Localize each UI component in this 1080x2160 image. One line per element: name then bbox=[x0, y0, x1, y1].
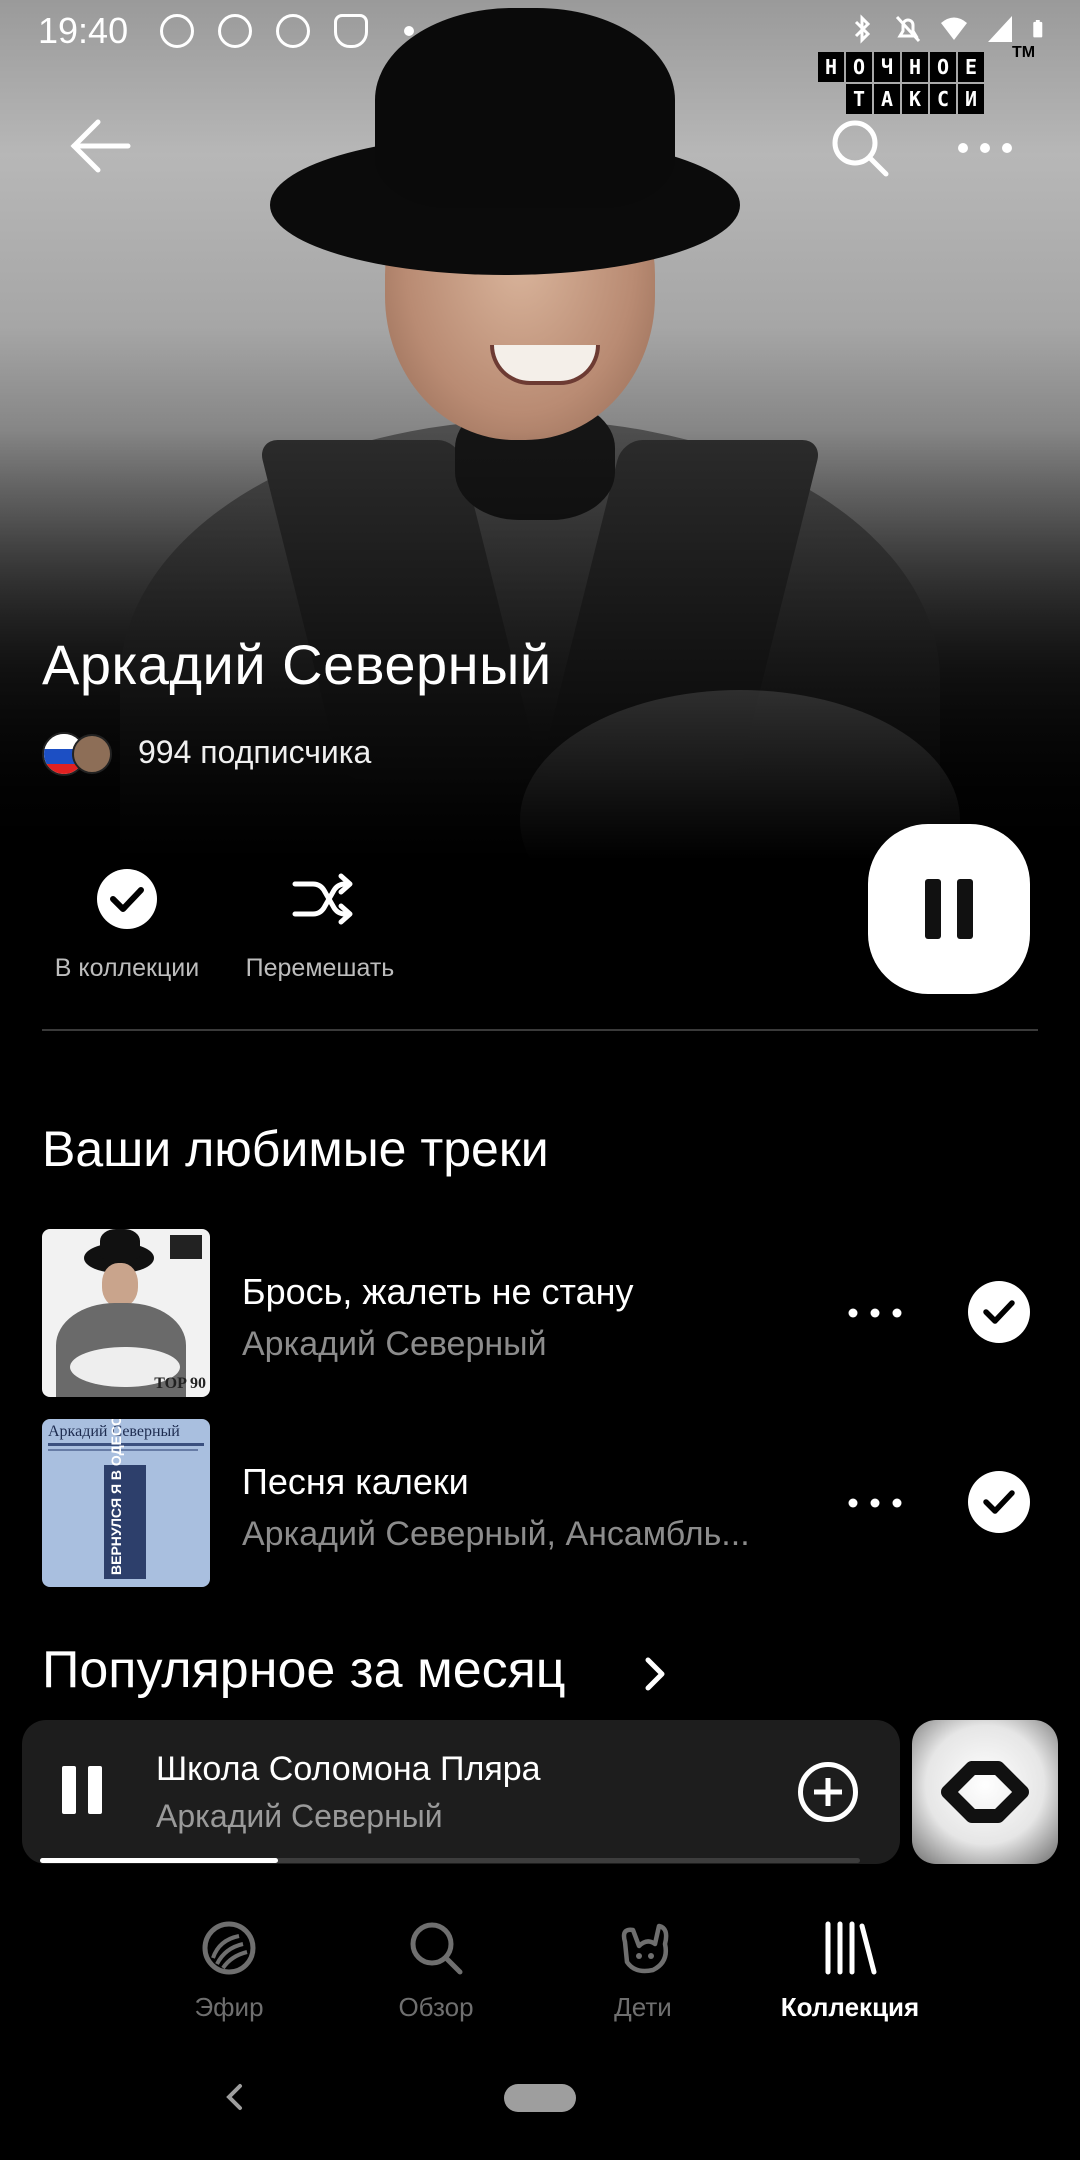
track-title: Песня калеки bbox=[242, 1461, 469, 1502]
more-options-button[interactable] bbox=[955, 130, 1015, 166]
track-title: Брось, жалеть не стану bbox=[242, 1271, 634, 1312]
logo-letter: А bbox=[874, 84, 900, 114]
artist-name: Аркадий Северный bbox=[42, 633, 552, 696]
nav-item-efir[interactable]: Эфир bbox=[129, 1918, 329, 2023]
popular-section-title[interactable]: Популярное за месяц bbox=[42, 1640, 566, 1700]
checkmark-icon bbox=[983, 1300, 1015, 1324]
subscriber-count[interactable]: 994 подписчика bbox=[138, 734, 371, 771]
subscriber-avatars[interactable] bbox=[42, 732, 114, 776]
music-icon bbox=[218, 14, 252, 48]
track-artist: Аркадий Северный bbox=[242, 1325, 547, 1363]
nav-label: Коллекция bbox=[780, 1992, 920, 2022]
hero-gradient-overlay bbox=[0, 0, 1080, 860]
in-collection-label: В коллекции bbox=[54, 954, 200, 982]
library-icon bbox=[825, 1921, 877, 1975]
nav-item-obzor[interactable]: Обзор bbox=[336, 1918, 536, 2023]
avatar bbox=[72, 734, 112, 774]
logo-letter: К bbox=[902, 84, 928, 114]
system-back-button[interactable] bbox=[220, 2082, 250, 2112]
more-horizontal-icon bbox=[848, 1308, 902, 1318]
logo-trademark: TM bbox=[1012, 44, 1036, 61]
check-circle-icon bbox=[276, 14, 310, 48]
nav-label: Обзор bbox=[398, 1992, 474, 2022]
check-circle-icon bbox=[97, 869, 157, 929]
logo-letter: Н bbox=[818, 52, 844, 82]
in-collection-toggle[interactable] bbox=[968, 1471, 1030, 1533]
night-taxi-logo: НОЧНОЕТАКСИ bbox=[818, 52, 984, 114]
nav-label: Эфир bbox=[194, 1992, 264, 2022]
search-icon bbox=[832, 120, 889, 177]
signal-icon bbox=[988, 16, 1012, 42]
track-more-button[interactable] bbox=[842, 1485, 908, 1521]
nav-item-deti[interactable]: Дети bbox=[543, 1918, 743, 2023]
add-to-collection-button[interactable] bbox=[798, 1762, 858, 1822]
logo-letter: И bbox=[958, 84, 984, 114]
mini-pause-button[interactable] bbox=[62, 1766, 112, 1816]
arrow-left-icon bbox=[70, 119, 131, 173]
battery-icon bbox=[1033, 20, 1043, 38]
app-badge-icon[interactable] bbox=[912, 1720, 1058, 1864]
shuffle-label: Перемешать bbox=[245, 954, 395, 982]
status-right-icons bbox=[848, 14, 1050, 44]
divider bbox=[42, 1029, 1038, 1031]
now-playing-artist: Аркадий Северный bbox=[156, 1798, 443, 1834]
system-home-pill[interactable] bbox=[504, 2084, 576, 2112]
cast-icon bbox=[160, 14, 194, 48]
more-horizontal-icon bbox=[958, 143, 1012, 153]
track-artist: Аркадий Северный, Ансамбль... bbox=[242, 1515, 750, 1553]
logo-letter bbox=[818, 84, 844, 114]
nav-label: Дети bbox=[614, 1992, 672, 2022]
track-row[interactable]: Аркадий Северный ВЕРНУЛСЯ Я В ОДЕССУ Пес… bbox=[42, 1419, 1042, 1587]
radio-waves-icon bbox=[202, 1921, 256, 1975]
shuffle-icon bbox=[292, 873, 353, 925]
track-cover: Аркадий Северный ВЕРНУЛСЯ Я В ОДЕССУ bbox=[42, 1419, 210, 1587]
nav-item-kollektsiya[interactable]: Коллекция bbox=[750, 1918, 950, 2023]
track-cover: TOP 90 bbox=[42, 1229, 210, 1397]
playback-progress-fill bbox=[40, 1858, 278, 1863]
status-time: 19:40 bbox=[38, 10, 129, 51]
bluetooth-icon bbox=[854, 14, 871, 44]
bell-off-icon bbox=[895, 15, 921, 43]
search-button[interactable] bbox=[830, 118, 890, 178]
track-row[interactable]: TOP 90 Брось, жалеть не стану Аркадий Се… bbox=[42, 1229, 1042, 1397]
chevron-left-icon bbox=[226, 2084, 242, 2110]
logo-letter: Т bbox=[846, 84, 872, 114]
logo-letter: Ч bbox=[874, 52, 900, 82]
chevron-right-icon[interactable] bbox=[640, 1654, 670, 1694]
logo-letter: О bbox=[930, 52, 956, 82]
in-collection-button[interactable] bbox=[34, 864, 220, 934]
search-icon bbox=[410, 1922, 463, 1975]
back-button[interactable] bbox=[68, 118, 132, 174]
cover-subtitle: ВЕРНУЛСЯ Я В ОДЕССУ bbox=[108, 1419, 124, 1575]
shuffle-button[interactable] bbox=[225, 864, 415, 934]
logo-letter: Н bbox=[902, 52, 928, 82]
kids-icon bbox=[621, 1923, 669, 1974]
wifi-icon bbox=[941, 17, 967, 40]
pause-icon bbox=[62, 1766, 76, 1814]
bottom-navigation: Эфир Обзор Дети Коллекция bbox=[0, 1900, 1080, 2050]
favorites-section-title: Ваши любимые треки bbox=[42, 1121, 549, 1177]
track-more-button[interactable] bbox=[842, 1295, 908, 1331]
more-horizontal-icon bbox=[848, 1498, 902, 1508]
pause-icon bbox=[925, 879, 941, 939]
now-playing-title: Школа Соломона Пляра bbox=[156, 1750, 541, 1788]
cover-badge: TOP 90 bbox=[154, 1375, 206, 1392]
checkmark-icon bbox=[983, 1490, 1015, 1514]
logo-letter: С bbox=[930, 84, 956, 114]
mini-player[interactable]: Школа Соломона Пляра Аркадий Северный bbox=[22, 1720, 900, 1864]
dot-icon bbox=[404, 26, 414, 36]
artist-hero-image bbox=[0, 0, 1080, 860]
logo-letter: Е bbox=[958, 52, 984, 82]
logo-letter: О bbox=[846, 52, 872, 82]
in-collection-toggle[interactable] bbox=[968, 1281, 1030, 1343]
pause-button[interactable] bbox=[868, 824, 1030, 994]
playback-progress-bar[interactable] bbox=[40, 1858, 860, 1863]
shield-icon bbox=[334, 14, 368, 48]
